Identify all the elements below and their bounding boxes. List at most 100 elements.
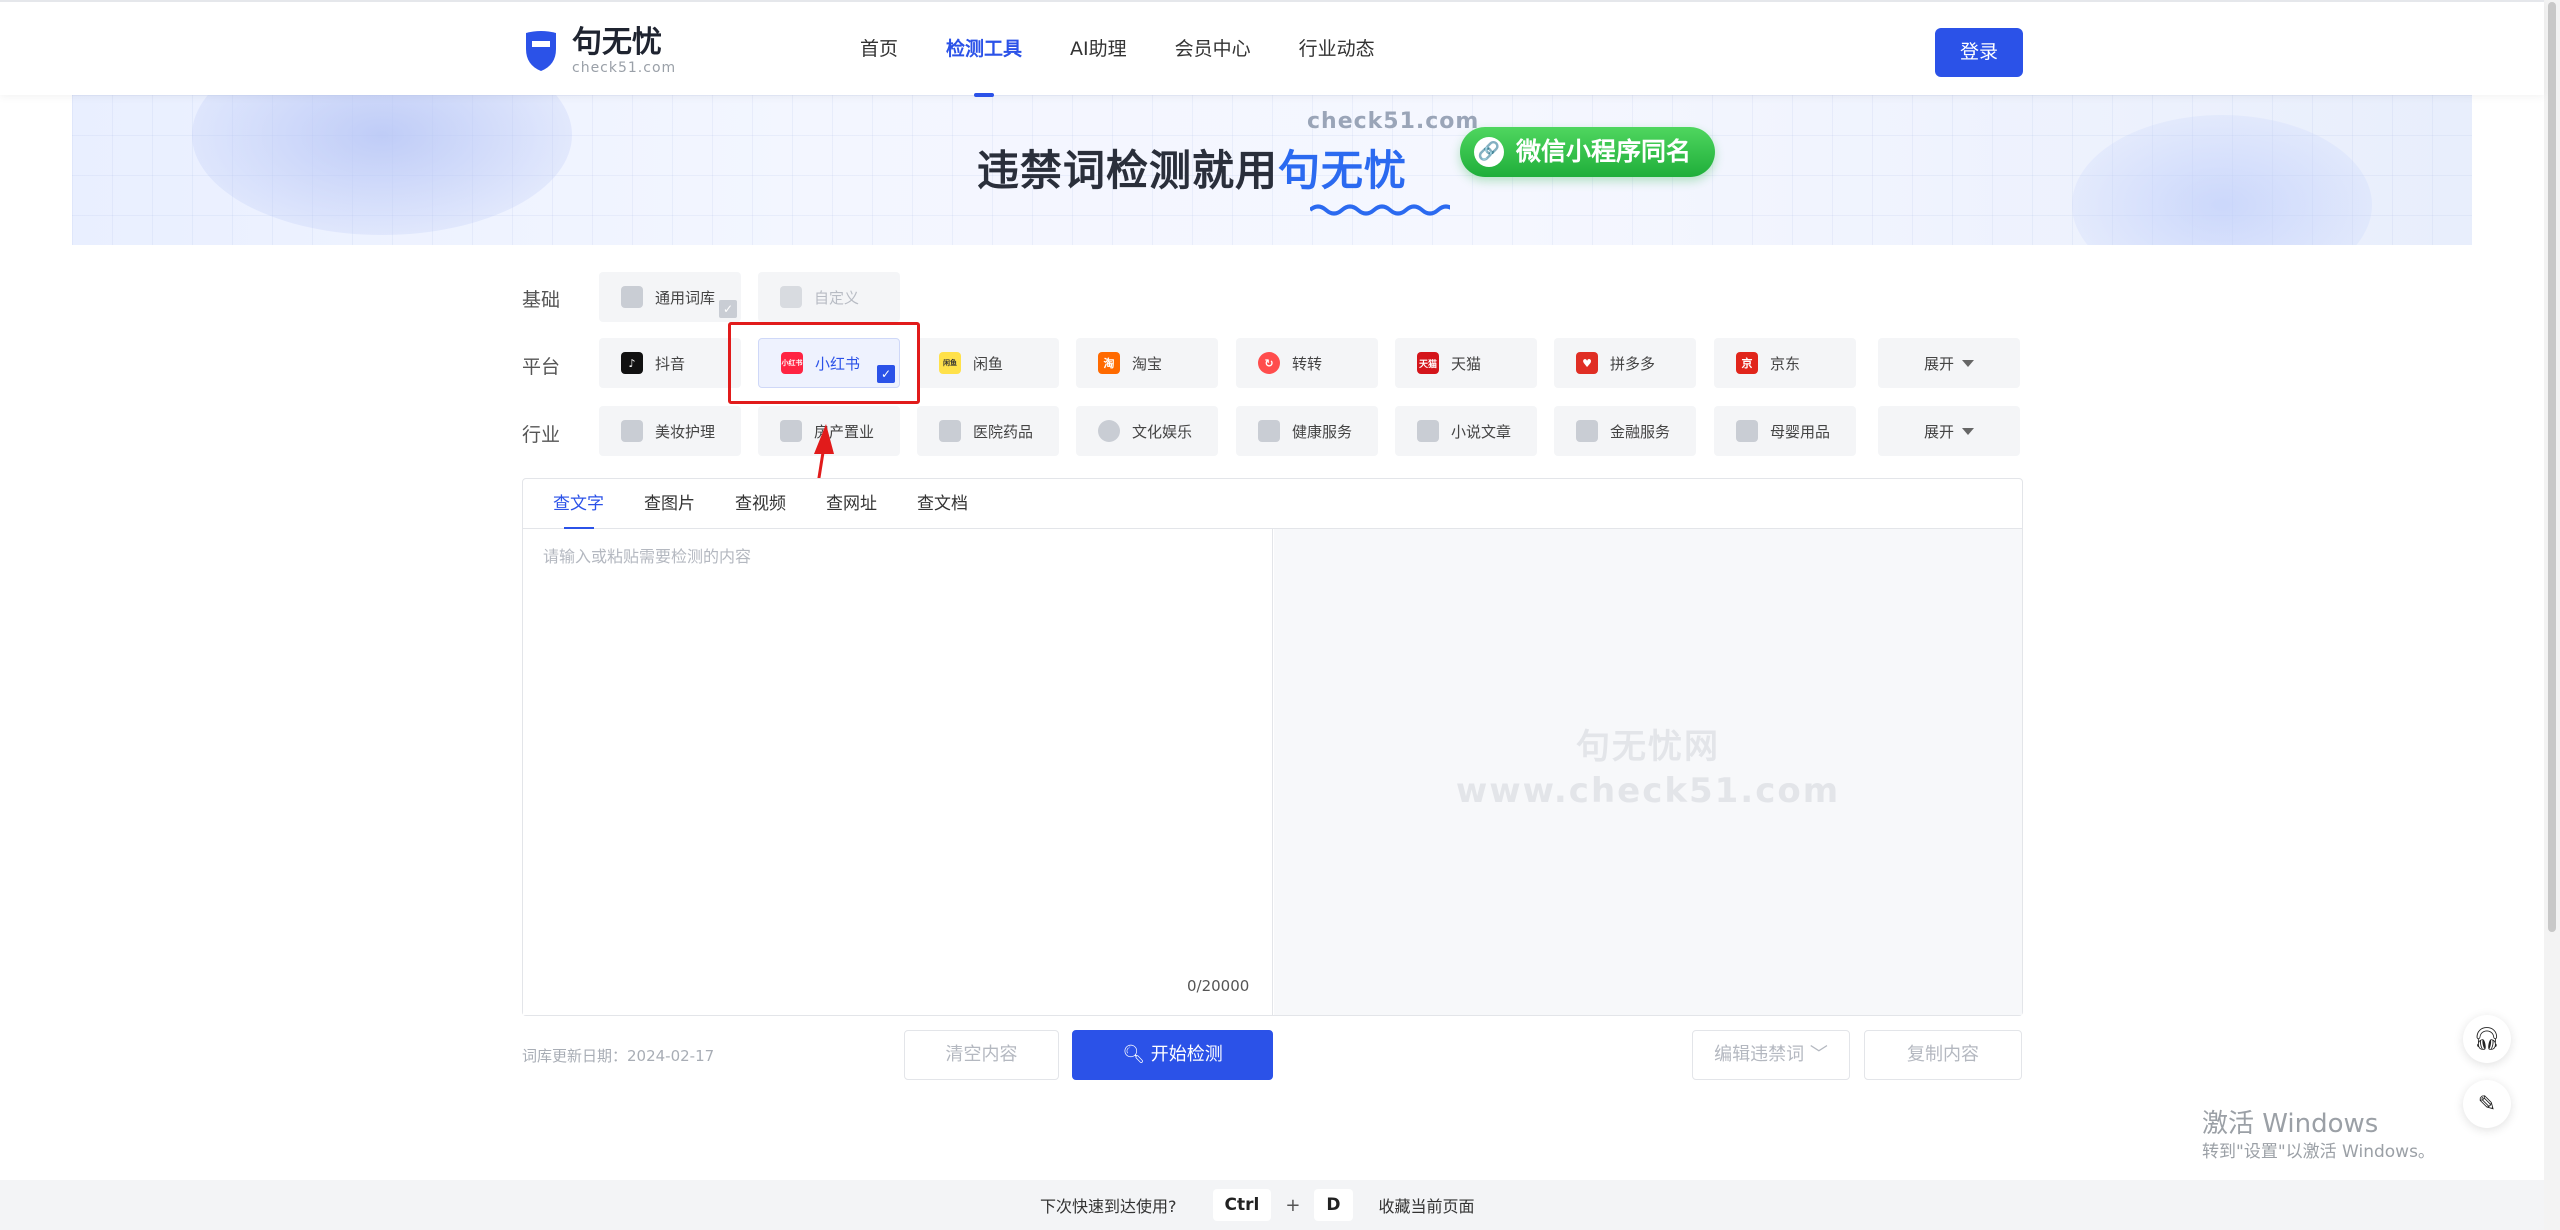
chip-taobao[interactable]: 淘 淘宝 [1076, 338, 1218, 388]
chip-custom-library[interactable]: 自定义 [758, 272, 900, 322]
watermark-title: 句无忧网 [1576, 727, 1720, 767]
chip-beauty[interactable]: 美妆护理 [599, 406, 741, 456]
chip-label: 通用词库 [655, 288, 716, 307]
tab-video[interactable]: 查视频 [735, 479, 786, 529]
promo-banner[interactable]: check51.com 违禁词检测就用句无忧 🔗 微信小程序同名 [72, 95, 2472, 245]
banner-title-brand: 句无忧 [1278, 146, 1408, 195]
link-icon: 🔗 [1474, 137, 1504, 167]
chip-label: 闲鱼 [973, 354, 1004, 373]
nav-detection-tools[interactable]: 检测工具 [946, 2, 1022, 97]
building-icon [780, 420, 802, 442]
book-icon [1417, 420, 1439, 442]
douyin-icon: ♪ [621, 352, 643, 374]
chip-entertainment[interactable]: 文化娱乐 [1076, 406, 1218, 456]
chip-label: 金融服务 [1610, 422, 1671, 441]
chip-general-library[interactable]: 通用词库 ✓ [599, 272, 741, 322]
content-input[interactable] [523, 529, 1273, 1015]
xiaohongshu-icon: 小红书 [781, 352, 803, 374]
chip-label: 自定义 [814, 288, 860, 307]
chip-jingdong[interactable]: 京 京东 [1714, 338, 1856, 388]
chip-real-estate[interactable]: 房产置业 [758, 406, 900, 456]
bookmark-action: 收藏当前页面 [1378, 1197, 1475, 1216]
chip-label: 医院药品 [973, 422, 1034, 441]
tab-text[interactable]: 查文字 [553, 479, 604, 529]
windows-activation-watermark: 激活 Windows 转到"设置"以激活 Windows。 [2202, 1108, 2435, 1164]
chip-novel[interactable]: 小说文章 [1395, 406, 1537, 456]
copy-content-button[interactable]: 复制内容 [1864, 1030, 2022, 1080]
chip-label: 转转 [1292, 354, 1323, 373]
chip-label: 房产置业 [814, 422, 875, 441]
chip-label: 美妆护理 [655, 422, 716, 441]
logo[interactable]: 句无忧 check51.com [522, 26, 676, 76]
chip-label: 母婴用品 [1770, 422, 1831, 441]
nav-ai-assistant[interactable]: AI助理 [1070, 2, 1127, 97]
key-d: D [1314, 1189, 1353, 1221]
start-detection-button[interactable]: 🔍︎ 开始检测 [1072, 1030, 1273, 1080]
health-kit-icon [1258, 420, 1280, 442]
chip-pinduoduo[interactable]: ♥ 拼多多 [1554, 338, 1696, 388]
nav-member-center[interactable]: 会员中心 [1175, 2, 1251, 97]
chip-xiaohongshu[interactable]: 小红书 小红书 ✓ [758, 338, 900, 388]
customer-service-icon[interactable]: 🎧︎ [2463, 1015, 2511, 1063]
check-icon: ✓ [877, 365, 895, 383]
feedback-icon[interactable]: ✎ [2463, 1080, 2511, 1128]
nav-home[interactable]: 首页 [860, 2, 898, 97]
nav-industry-news[interactable]: 行业动态 [1299, 2, 1375, 97]
chip-label: 小红书 [815, 354, 861, 373]
expand-label: 展开 [1923, 354, 1954, 373]
page-scrollbar[interactable] [2544, 0, 2560, 1230]
tab-image[interactable]: 查图片 [644, 479, 695, 529]
scrollbar-thumb[interactable] [2548, 2, 2556, 932]
edit-banned-words-button[interactable]: 编辑违禁词 ﹀ [1692, 1030, 1850, 1080]
chip-label: 抖音 [655, 354, 686, 373]
bookmark-hint: 下次快速到达使用? Ctrl + D 收藏当前页面 [1040, 1180, 1475, 1230]
detection-panel: 查文字 查图片 查视频 查网址 查文档 0/20000 句无忧网 www.che… [522, 478, 2023, 1016]
login-button[interactable]: 登录 [1935, 28, 2023, 77]
chip-label: 拼多多 [1610, 354, 1656, 373]
industry-row-label: 行业 [522, 424, 561, 446]
chip-tmall[interactable]: 天猫 天猫 [1395, 338, 1537, 388]
xianyu-icon: 闲鱼 [939, 352, 961, 374]
clear-button[interactable]: 清空内容 [904, 1030, 1059, 1080]
chip-zhuanzhuan[interactable]: ↻ 转转 [1236, 338, 1378, 388]
chip-label: 天猫 [1451, 354, 1482, 373]
beauty-icon [621, 420, 643, 442]
chip-label: 京东 [1770, 354, 1801, 373]
logo-domain: check51.com [572, 60, 677, 76]
detection-tabs: 查文字 查图片 查视频 查网址 查文档 [523, 479, 2022, 529]
result-area: 句无忧网 www.check51.com [1274, 529, 2022, 1015]
main-nav: 首页 检测工具 AI助理 会员中心 行业动态 [860, 2, 1423, 97]
chip-douyin[interactable]: ♪ 抖音 [599, 338, 741, 388]
char-counter: 0/20000 [1187, 977, 1250, 995]
industry-expand-button[interactable]: 展开 [1878, 406, 2020, 456]
tmall-icon: 天猫 [1417, 352, 1439, 374]
chip-xianyu[interactable]: 闲鱼 闲鱼 [917, 338, 1059, 388]
chip-finance[interactable]: 金融服务 [1554, 406, 1696, 456]
wechat-miniprogram-label: 微信小程序同名 [1516, 137, 1692, 166]
platform-expand-button[interactable]: 展开 [1878, 338, 2020, 388]
tab-document[interactable]: 查文档 [917, 479, 968, 529]
page: 句无忧 check51.com 首页 检测工具 AI助理 会员中心 行业动态 登… [0, 0, 2560, 1230]
chip-maternal[interactable]: 母婴用品 [1714, 406, 1856, 456]
taobao-icon: 淘 [1098, 352, 1120, 374]
jingdong-icon: 京 [1736, 352, 1758, 374]
windows-activation-subtitle: 转到"设置"以激活 Windows。 [2202, 1142, 2435, 1162]
chip-label: 小说文章 [1451, 422, 1512, 441]
library-icon [621, 286, 643, 308]
edit-banned-words-label: 编辑违禁词 [1714, 1044, 1805, 1065]
tab-url[interactable]: 查网址 [826, 479, 877, 529]
pinduoduo-icon: ♥ [1576, 352, 1598, 374]
card-icon [1576, 420, 1598, 442]
chip-medical[interactable]: 医院药品 [917, 406, 1059, 456]
shield-logo-icon [526, 31, 556, 71]
platform-row-label: 平台 [522, 356, 561, 378]
start-detection-label: 开始检测 [1150, 1044, 1223, 1065]
zhuanzhuan-icon: ↻ [1258, 352, 1280, 374]
basic-row-label: 基础 [522, 289, 561, 311]
chevron-down-icon: ﹀ [1809, 1044, 1828, 1065]
banner-title: 违禁词检测就用句无忧 [977, 137, 1407, 198]
banner-domain: check51.com [1307, 109, 1480, 134]
caret-down-icon [1962, 427, 1974, 435]
chip-health[interactable]: 健康服务 [1236, 406, 1378, 456]
search-icon: 🔍︎ [1122, 1044, 1146, 1065]
